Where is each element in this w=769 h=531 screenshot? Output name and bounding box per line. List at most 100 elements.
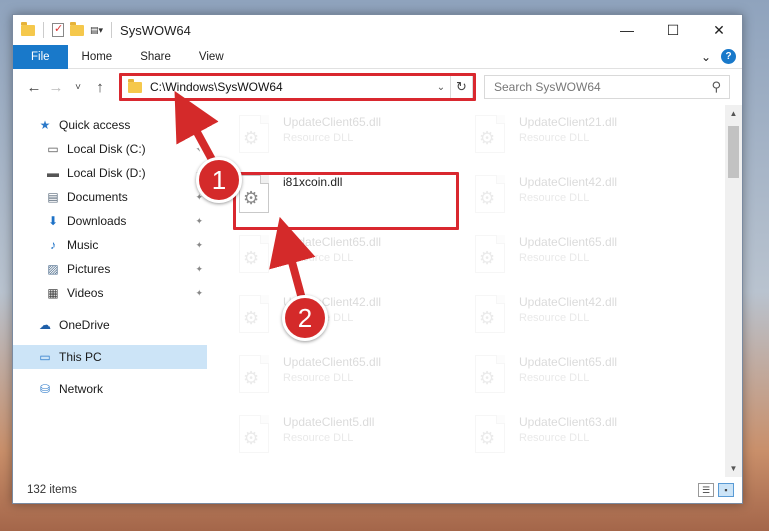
file-tile[interactable]: ⚙ UpdateClient42.dllResource DLL: [237, 291, 457, 343]
dll-file-icon: ⚙: [473, 415, 507, 455]
scroll-up-icon[interactable]: ▲: [725, 105, 742, 122]
file-list: ⚙ UpdateClient65.dll Resource DLL ⚙ i81xc…: [207, 105, 742, 477]
sidebar-item-music[interactable]: ♪ Music ✦: [13, 233, 207, 257]
onedrive-icon: ☁: [39, 318, 51, 332]
tab-file[interactable]: File: [13, 44, 68, 69]
scroll-down-icon[interactable]: ▼: [725, 460, 742, 477]
pin-icon: ✦: [195, 239, 203, 250]
minimize-button[interactable]: —: [604, 15, 650, 45]
expand-ribbon-icon[interactable]: ⌄: [701, 50, 711, 64]
search-icon[interactable]: ⚲: [711, 79, 721, 95]
step-badge-2: 2: [282, 295, 328, 341]
sidebar-item-pictures[interactable]: ▨ Pictures ✦: [13, 257, 207, 281]
videos-icon: ▦: [47, 286, 59, 300]
file-tile[interactable]: ⚙ UpdateClient65.dll Resource DLL: [237, 111, 457, 163]
search-input[interactable]: Search SysWOW64 ⚲: [484, 75, 730, 99]
back-icon[interactable]: ←: [23, 79, 45, 96]
item-count: 132 items: [27, 484, 77, 496]
window-controls: — ☐ ✕: [604, 15, 742, 45]
sidebar-item-label: Local Disk (C:): [67, 142, 146, 156]
sidebar-item-label: Documents: [67, 190, 128, 204]
file-type: Resource DLL: [283, 432, 354, 444]
up-icon[interactable]: ↑: [89, 79, 111, 96]
pin-icon: ✦: [195, 263, 203, 274]
scrollbar-thumb[interactable]: [728, 126, 739, 178]
file-tile[interactable]: ⚙ UpdateClient42.dll Resource DLL: [473, 171, 693, 223]
search-placeholder: Search SysWOW64: [494, 80, 601, 94]
dll-file-icon: ⚙: [237, 115, 271, 155]
file-type: Resource DLL: [519, 192, 590, 204]
close-button[interactable]: ✕: [696, 15, 742, 45]
sidebar-item-label: Videos: [67, 286, 104, 300]
sidebar-item-label: Quick access: [59, 118, 131, 132]
new-folder-icon[interactable]: [70, 21, 84, 36]
tab-share[interactable]: Share: [126, 45, 185, 69]
sidebar-item-documents[interactable]: ▤ Documents ✦: [13, 185, 207, 209]
sidebar-item-quick-access[interactable]: ★ Quick access: [13, 113, 207, 137]
dll-file-icon: ⚙: [473, 175, 507, 215]
sidebar-item-this-pc[interactable]: ▭ This PC: [13, 345, 207, 369]
details-view-icon[interactable]: ☰: [698, 483, 714, 497]
file-type: Resource DLL: [519, 252, 590, 264]
sidebar-item-local-disk-d[interactable]: ▬ Local Disk (D:) ✦: [13, 161, 207, 185]
explorer-window: ▤▾ SysWOW64 — ☐ ✕ File Home Share View ⌄…: [12, 14, 743, 504]
sidebar-item-label: OneDrive: [59, 318, 110, 332]
sidebar-item-local-disk-c[interactable]: ▭ Local Disk (C:) ✦: [13, 137, 207, 161]
drive-icon: ▬: [47, 166, 59, 180]
properties-icon[interactable]: [52, 22, 64, 37]
maximize-button[interactable]: ☐: [650, 15, 696, 45]
sidebar-item-label: Pictures: [67, 262, 111, 276]
recent-locations-icon[interactable]: ˅: [67, 82, 89, 93]
file-tile[interactable]: ⚙ UpdateClient65.dll Resource DLL: [473, 351, 693, 403]
pin-icon: ✦: [195, 287, 203, 298]
file-tile[interactable]: ⚙ UpdateClient65.dll Resource DLL: [473, 231, 693, 283]
file-type: Resource DLL: [283, 132, 354, 144]
sidebar-item-videos[interactable]: ▦ Videos ✦: [13, 281, 207, 305]
status-bar: 132 items ☰ ▪: [13, 477, 742, 503]
file-name: UpdateClient42.dll: [519, 175, 618, 189]
file-name: UpdateClient65.dll: [283, 355, 382, 369]
sidebar-item-downloads[interactable]: ⬇ Downloads ✦: [13, 209, 207, 233]
sidebar-item-onedrive[interactable]: ☁ OneDrive: [13, 313, 207, 337]
file-name: UpdateClient5.dll: [283, 415, 375, 429]
file-name: UpdateClient65.dll: [519, 235, 618, 249]
forward-icon[interactable]: →: [45, 79, 67, 96]
documents-icon: ▤: [47, 190, 59, 204]
pin-icon: ✦: [195, 143, 203, 154]
ribbon-right-controls: ⌄ ?: [701, 49, 736, 64]
quick-access-toolbar: ▤▾: [13, 21, 114, 38]
large-icons-view-icon[interactable]: ▪: [718, 483, 734, 497]
step-badge-1: 1: [196, 157, 242, 203]
tab-view[interactable]: View: [185, 45, 238, 69]
vertical-scrollbar[interactable]: ▲ ▼: [725, 105, 742, 477]
help-icon[interactable]: ?: [721, 49, 736, 64]
tab-home[interactable]: Home: [68, 45, 127, 69]
file-name: UpdateClient42.dll: [519, 295, 618, 309]
ribbon-tabs: File Home Share View ⌄ ?: [13, 44, 742, 69]
pictures-icon: ▨: [47, 262, 59, 276]
file-name: UpdateClient65.dll: [283, 235, 382, 249]
address-row: ← → ˅ ↑ C:\Windows\SysWOW64 ⌄ ↻ Search S…: [13, 69, 742, 105]
dll-file-icon: ⚙: [473, 355, 507, 395]
file-tile[interactable]: ⚙ UpdateClient21.dll Resource DLL: [473, 111, 693, 163]
customize-toolbar-icon[interactable]: ▤▾: [90, 25, 103, 36]
dll-file-icon: ⚙: [237, 355, 271, 395]
file-tile[interactable]: ⚙ UpdateClient63.dll Resource DLL: [473, 411, 693, 463]
file-tile[interactable]: ⚙ UpdateClient65.dll Resource DLL: [237, 351, 457, 403]
sidebar-item-network[interactable]: ⛁ Network: [13, 377, 207, 401]
file-type: Resource DLL: [283, 372, 354, 384]
file-type: Resource DLL: [519, 372, 590, 384]
dll-file-icon: ⚙: [237, 295, 271, 335]
folder-icon[interactable]: [21, 21, 35, 36]
sidebar-item-label: Local Disk (D:): [67, 166, 146, 180]
dll-file-icon: ⚙: [473, 235, 507, 275]
file-tile[interactable]: ⚙ UpdateClient65.dll Resource DLL: [237, 231, 457, 283]
title-bar: ▤▾ SysWOW64 — ☐ ✕: [13, 15, 742, 45]
downloads-icon: ⬇: [47, 214, 59, 228]
file-tile[interactable]: ⚙ UpdateClient5.dll Resource DLL: [237, 411, 457, 463]
file-tile[interactable]: ⚙ UpdateClient42.dllResource DLL: [473, 291, 693, 343]
address-highlight-box: [119, 73, 476, 101]
sidebar-item-label: This PC: [59, 350, 102, 364]
